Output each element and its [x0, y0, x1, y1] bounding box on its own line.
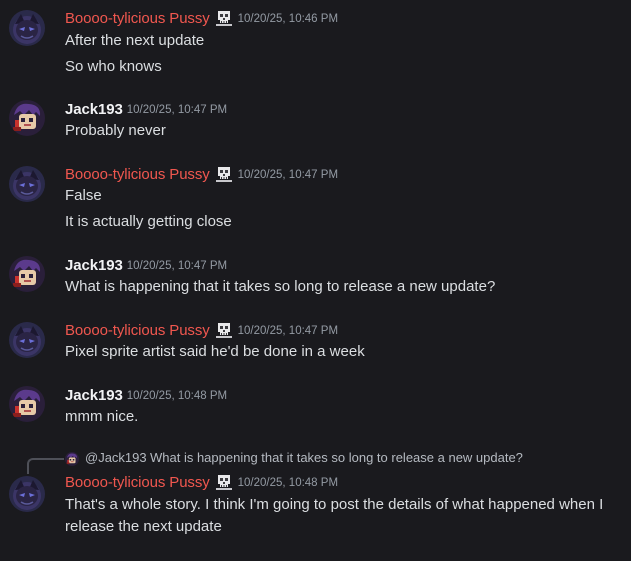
username[interactable]: Boooo-tylicious Pussy [65, 10, 210, 27]
timestamp[interactable]: 10/20/25, 10:46 PM [238, 13, 338, 25]
avatar[interactable] [9, 100, 45, 136]
avatar[interactable] [9, 256, 45, 292]
message-text: Probably never [65, 122, 166, 139]
username[interactable]: Boooo-tylicious Pussy [65, 322, 210, 339]
avatar[interactable] [9, 322, 45, 358]
username[interactable]: Jack193 [65, 387, 123, 404]
skull-badge-icon [214, 320, 234, 340]
message-text: mmm nice. [65, 408, 139, 425]
skull-badge-icon [214, 472, 234, 492]
timestamp[interactable]: 10/20/25, 10:47 PM [238, 325, 338, 337]
avatar[interactable] [9, 166, 45, 202]
reply-mention[interactable]: @Jack193 [85, 450, 147, 465]
message-text: False [65, 187, 102, 204]
username[interactable]: Boooo-tylicious Pussy [65, 474, 210, 491]
message-text: What is happening that it takes so long … [65, 278, 496, 295]
avatar[interactable] [9, 386, 45, 422]
message-text: It is actually getting close [65, 213, 232, 230]
message-header: Boooo-tylicious Pussy 10/20/25, 10:47 PM [65, 164, 338, 184]
skull-badge-icon [214, 8, 234, 28]
message-header: Boooo-tylicious Pussy 10/20/25, 10:47 PM [65, 320, 338, 340]
message-text: So who knows [65, 58, 162, 75]
message-text: That's a whole story. I think I'm going … [65, 496, 604, 535]
message-text: After the next update [65, 32, 205, 49]
message-header: Boooo-tylicious Pussy 10/20/25, 10:46 PM [65, 8, 338, 28]
message-header: Jack193 10/20/25, 10:47 PM [65, 99, 227, 119]
skull-badge-icon [214, 164, 234, 184]
username[interactable]: Boooo-tylicious Pussy [65, 166, 210, 183]
avatar[interactable] [9, 10, 45, 46]
reply-spine [27, 458, 64, 474]
message-header: Jack193 10/20/25, 10:48 PM [65, 385, 227, 405]
timestamp[interactable]: 10/20/25, 10:48 PM [127, 390, 227, 402]
reply-avatar[interactable] [65, 452, 79, 466]
message-header: Jack193 10/20/25, 10:47 PM [65, 255, 227, 275]
message-text: Pixel sprite artist said he'd be done in… [65, 343, 365, 360]
chat-log: Boooo-tylicious Pussy 10/20/25, 10:46 PM… [0, 0, 631, 561]
timestamp[interactable]: 10/20/25, 10:47 PM [127, 104, 227, 116]
timestamp[interactable]: 10/20/25, 10:47 PM [238, 169, 338, 181]
avatar[interactable] [9, 476, 45, 512]
username[interactable]: Jack193 [65, 101, 123, 118]
username[interactable]: Jack193 [65, 257, 123, 274]
reply-preview-text[interactable]: What is happening that it takes so long … [150, 450, 523, 465]
message-header: Boooo-tylicious Pussy 10/20/25, 10:48 PM [65, 472, 338, 492]
timestamp[interactable]: 10/20/25, 10:48 PM [238, 477, 338, 489]
timestamp[interactable]: 10/20/25, 10:47 PM [127, 260, 227, 272]
